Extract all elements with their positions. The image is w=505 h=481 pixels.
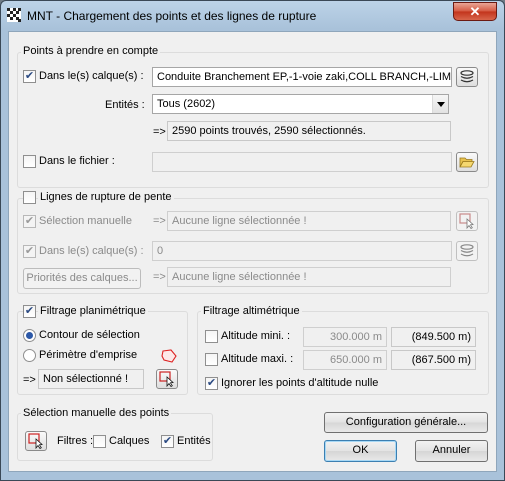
filter-entities-checkbox[interactable]: ✔ — [161, 435, 174, 448]
layers-list-icon — [460, 244, 474, 257]
planimetric-checkbox[interactable]: ✔ — [23, 305, 36, 318]
entities-select-value: Tous (2602) — [157, 98, 216, 110]
app-icon — [7, 8, 21, 22]
contour-radio-label: Contour de sélection — [39, 329, 140, 341]
layers-checkbox[interactable]: ✔ — [23, 70, 36, 83]
altimetric-group-title: Filtrage altimétrique — [201, 305, 302, 317]
pick-contour-button[interactable] — [156, 369, 178, 389]
result-text: 2590 points trouvés, 2590 sélectionnés. — [167, 121, 451, 141]
priorities-arrow: => — [153, 271, 166, 283]
manual-arrow: => — [153, 215, 166, 227]
ignore-null-altitude-checkbox[interactable]: ✔ — [205, 377, 218, 390]
perimeter-radio-label: Périmètre d'emprise — [39, 349, 138, 361]
close-button[interactable]: ✕ — [453, 2, 497, 21]
title-bar[interactable]: MNT - Chargement des points et des ligne… — [1, 1, 504, 29]
planimetric-status: Non sélectionné ! — [38, 369, 144, 389]
window-title: MNT - Chargement des points et des ligne… — [27, 9, 317, 23]
contour-radio[interactable] — [23, 329, 36, 342]
entities-label: Entités : — [105, 99, 145, 111]
layers-checkbox-label: Dans le(s) calque(s) : — [39, 70, 144, 82]
filter-layers-label: Calques — [109, 435, 150, 447]
cancel-button[interactable]: Annuler — [415, 440, 488, 462]
layers-list-icon — [460, 70, 474, 83]
breaklines-layers-input[interactable]: 0 — [152, 241, 452, 261]
chevron-down-icon[interactable] — [432, 95, 448, 113]
general-config-button[interactable]: Configuration générale... — [324, 412, 488, 433]
points-group-title: Points à prendre en compte — [21, 45, 161, 57]
dialog-body: Points à prendre en compte ✔ Dans le(s) … — [8, 31, 497, 472]
filter-entities-label: Entités — [177, 435, 211, 447]
perimeter-radio[interactable] — [23, 349, 36, 362]
pick-cursor-icon — [459, 213, 474, 229]
breaklines-checkbox[interactable] — [23, 191, 36, 204]
polygon-icon — [160, 348, 178, 364]
manual-selection-value: Aucune ligne sélectionnée ! — [167, 211, 451, 231]
max-altitude-label: Altitude maxi. : — [221, 353, 294, 365]
entities-select[interactable]: Tous (2602) — [152, 94, 449, 114]
file-checkbox[interactable] — [23, 155, 36, 168]
filter-layers-checkbox[interactable] — [93, 435, 106, 448]
planimetric-checkbox-label: Filtrage planimétrique — [38, 305, 148, 317]
max-altitude-actual: (867.500 m) — [391, 350, 476, 370]
radio-selected-dot — [26, 332, 33, 339]
folder-icon — [459, 157, 475, 168]
min-altitude-checkbox[interactable] — [205, 330, 218, 343]
layers-input[interactable]: Conduite Branchement EP,-1-voie zaki,COL… — [152, 67, 452, 87]
layer-priorities-button[interactable]: Priorités des calques... — [23, 268, 141, 289]
file-checkbox-label: Dans le fichier : — [39, 155, 115, 167]
min-altitude-label: Altitude mini. : — [221, 330, 291, 342]
ok-button[interactable]: OK — [324, 440, 397, 462]
max-altitude-checkbox[interactable] — [205, 353, 218, 366]
open-file-button[interactable] — [456, 152, 478, 172]
max-altitude-input[interactable]: 650.000 m — [303, 350, 387, 370]
manual-points-group-title: Sélection manuelle des points — [21, 407, 172, 419]
result-arrow: => — [153, 126, 166, 138]
layers-list-button[interactable] — [456, 67, 478, 87]
breaklines-layers-label: Dans le(s) calque(s) : — [39, 245, 144, 257]
pick-points-button[interactable] — [25, 431, 47, 451]
manual-selection-label: Sélection manuelle — [39, 215, 132, 227]
filters-label: Filtres : — [57, 435, 94, 447]
dialog-window: MNT - Chargement des points et des ligne… — [0, 0, 505, 481]
planimetric-arrow: => — [23, 374, 36, 386]
min-altitude-input[interactable]: 300.000 m — [303, 327, 387, 347]
breaklines-layers-checkbox[interactable]: ✔ — [23, 245, 36, 258]
breaklines-checkbox-label: Lignes de rupture de pente — [38, 191, 174, 203]
priorities-value: Aucune ligne sélectionnée ! — [167, 267, 451, 287]
pick-cursor-icon — [28, 433, 43, 449]
min-altitude-actual: (849.500 m) — [391, 327, 476, 347]
pick-lines-button[interactable] — [456, 211, 478, 231]
file-input[interactable] — [152, 152, 452, 172]
pick-cursor-icon — [159, 371, 174, 387]
ignore-null-altitude-label: Ignorer les points d'altitude nulle — [221, 377, 379, 389]
breaklines-layers-button[interactable] — [456, 241, 478, 261]
manual-selection-checkbox[interactable]: ✔ — [23, 215, 36, 228]
